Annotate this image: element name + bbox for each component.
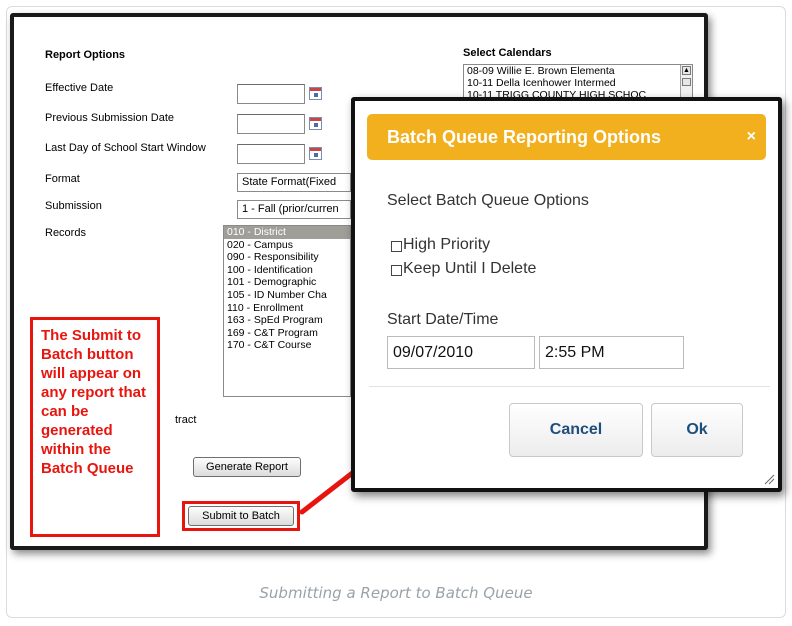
- batch-options-label: Select Batch Queue Options: [387, 192, 589, 209]
- keep-until-delete-label: Keep Until I Delete: [403, 260, 537, 277]
- cancel-button[interactable]: Cancel: [509, 403, 643, 457]
- high-priority-label: High Priority: [403, 236, 491, 253]
- high-priority-checkbox[interactable]: [391, 241, 402, 252]
- resize-grip-icon[interactable]: [763, 473, 775, 485]
- start-date-field[interactable]: 09/07/2010: [387, 336, 535, 369]
- dialog-title: Batch Queue Reporting Options: [387, 127, 662, 147]
- start-time-field[interactable]: 2:55 PM: [539, 336, 684, 369]
- keep-until-delete-checkbox[interactable]: [391, 265, 402, 276]
- batch-queue-dialog: Batch Queue Reporting Options × Select B…: [351, 97, 782, 492]
- dialog-header: Batch Queue Reporting Options ×: [367, 114, 766, 160]
- dialog-divider: [369, 386, 770, 387]
- image-caption: Submitting a Report to Batch Queue: [259, 584, 533, 602]
- ok-button[interactable]: Ok: [651, 403, 743, 457]
- close-icon[interactable]: ×: [747, 114, 756, 160]
- start-date-time-label: Start Date/Time: [387, 311, 499, 328]
